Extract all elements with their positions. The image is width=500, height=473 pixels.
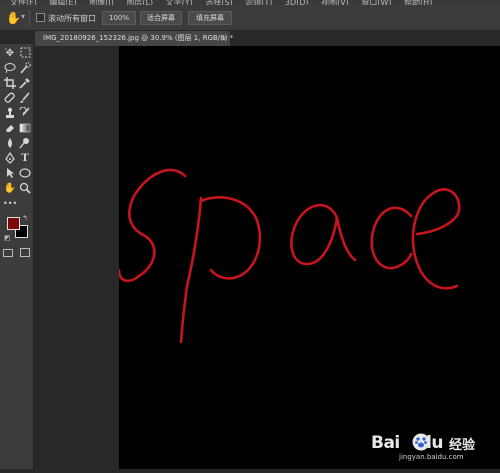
jingyan-text: 经验 <box>449 438 476 453</box>
stroke-a-bowl <box>290 203 357 266</box>
scroll-all-windows-checkbox[interactable] <box>36 13 45 22</box>
type-tool-icon[interactable]: T <box>18 152 32 166</box>
stroke-c <box>370 206 413 270</box>
document-tab[interactable]: IMG_20180926_152326.jpg @ 30.9% (图层 1, R… <box>35 31 234 46</box>
dodge-tool-icon[interactable] <box>18 137 32 151</box>
fill-screen-button[interactable]: 填充屏幕 <box>188 11 232 25</box>
path-select-tool-icon[interactable] <box>3 167 17 181</box>
gradient-tool-icon[interactable] <box>18 122 32 136</box>
chevron-down-icon[interactable]: ▾ <box>21 12 25 21</box>
baidu-jingyan-watermark: Bai du 经验 jingyan.baidu.com <box>369 431 494 463</box>
quick-select-tool-icon[interactable] <box>18 62 32 76</box>
watermark-url: jingyan.baidu.com <box>399 453 464 461</box>
healing-brush-tool-icon[interactable] <box>3 92 17 106</box>
history-brush-tool-icon[interactable] <box>18 106 32 121</box>
default-colors-icon[interactable]: ◩ <box>4 234 11 242</box>
red-brush-strokes <box>117 168 461 344</box>
stroke-e <box>411 188 461 290</box>
zoom-100-button[interactable]: 100% <box>102 11 136 25</box>
document-tab-bar: IMG_20180926_152326.jpg @ 30.9% (图层 1, R… <box>0 31 500 46</box>
document-canvas[interactable] <box>117 46 500 469</box>
crop-tool-icon[interactable] <box>3 77 17 91</box>
clone-stamp-tool-icon[interactable] <box>3 107 17 121</box>
pen-tool-icon[interactable] <box>3 151 17 166</box>
more-tools-icon[interactable]: ••• <box>3 197 17 211</box>
brush-tool-icon[interactable] <box>18 92 32 106</box>
foreground-color-swatch[interactable] <box>7 217 20 230</box>
ellipse-tool-icon[interactable] <box>18 167 32 181</box>
quick-mask-icon[interactable] <box>3 249 13 257</box>
hand-tool-icon[interactable]: ✋ <box>6 11 21 25</box>
eyedropper-tool-icon[interactable] <box>18 77 32 91</box>
document-tab-title: IMG_20180926_152326.jpg @ 30.9% (图层 1, R… <box>43 34 234 42</box>
screen-mode-icon[interactable] <box>20 248 30 257</box>
move-tool-icon[interactable]: ✥ <box>3 47 17 61</box>
fit-screen-button[interactable]: 适合屏幕 <box>140 11 182 25</box>
marquee-tool-icon[interactable] <box>18 47 32 61</box>
swap-colors-icon[interactable]: ↰ <box>22 214 28 222</box>
lasso-tool-icon[interactable] <box>3 62 17 76</box>
stroke-p-stem <box>179 196 203 344</box>
divider <box>29 10 30 26</box>
baidu-paw-icon <box>412 433 430 451</box>
tools-panel: » ✥ T ✋ ••• ↰ ◩ <box>0 44 34 469</box>
eraser-tool-icon[interactable] <box>3 122 17 136</box>
scroll-all-windows-label: 滚动所有窗口 <box>48 14 96 23</box>
stroke-s <box>117 168 187 283</box>
options-bar: ✋ ▾ 滚动所有窗口 100% 适合屏幕 填充屏幕 <box>0 5 500 31</box>
hand-tool-icon[interactable]: ✋ <box>3 182 17 196</box>
zoom-tool-icon[interactable] <box>18 182 32 196</box>
workspace-background <box>34 46 119 469</box>
close-icon[interactable]: × <box>220 31 227 46</box>
baidu-logo-text: Bai du <box>371 433 444 453</box>
blur-tool-icon[interactable] <box>3 137 17 151</box>
stroke-p-bowl <box>199 196 262 280</box>
